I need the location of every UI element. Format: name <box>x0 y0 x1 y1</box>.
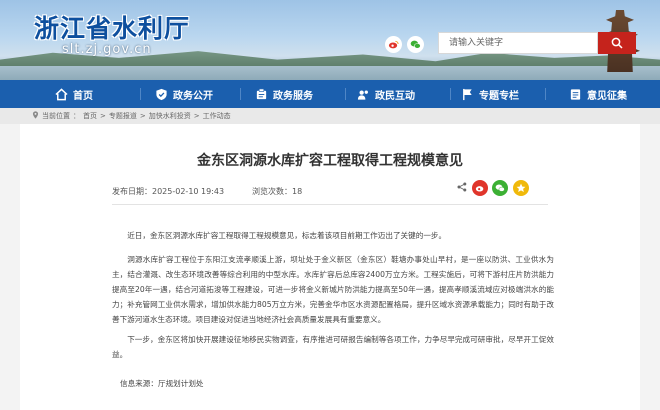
nav-divider <box>345 88 346 100</box>
article-title: 金东区洞源水库扩容工程取得工程规模意见 <box>197 153 463 169</box>
breadcrumb-item-work-updates[interactable]: 工作动态 <box>203 111 231 121</box>
article-paragraph: 近日，金东区洞源水库扩容工程取得工程规模意见，标志着该项目前期工作迈出了关键的一… <box>127 231 447 240</box>
nav-item-gov-affairs[interactable]: 政务公开 <box>154 80 213 108</box>
wechat-icon[interactable] <box>407 36 424 53</box>
home-icon <box>54 87 68 101</box>
shield-icon <box>154 87 168 101</box>
nav-label: 意见征集 <box>587 90 627 102</box>
info-source-label: 信息来源： <box>120 379 158 388</box>
breadcrumb-item-special-report[interactable]: 专题报道 <box>109 111 137 121</box>
nav-divider <box>545 88 546 100</box>
site-title[interactable]: 浙江省水利厅 <box>34 9 190 45</box>
breadcrumb-item-investment[interactable]: 加快水利投资 <box>149 111 191 121</box>
nav-item-opinion-survey[interactable]: 意见征集 <box>568 80 627 108</box>
interaction-icon <box>356 87 370 101</box>
header-water-decoration <box>0 66 660 80</box>
view-count-value: 18 <box>292 187 303 196</box>
share-qzone-icon[interactable] <box>513 180 529 196</box>
nav-divider <box>140 88 141 100</box>
search-icon <box>611 37 623 49</box>
flag-icon <box>460 87 474 101</box>
article-container: 金东区洞源水库扩容工程取得工程规模意见 发布日期：2025-02-10 19:4… <box>20 124 640 410</box>
location-pin-icon <box>32 111 39 121</box>
article-paragraph: 洞源水库扩容工程位于东阳江支流孝顺溪上游，坝址处于金义新区（金东区）鞋塘办事处山… <box>112 255 554 324</box>
survey-icon <box>568 87 582 101</box>
info-source-value: 厅规划计划处 <box>157 379 204 388</box>
info-source: 信息来源：厅规划计划处 <box>120 378 204 389</box>
publish-date-label: 发布日期： <box>112 187 152 196</box>
nav-label: 政民互动 <box>375 90 415 102</box>
breadcrumb: 当前位置： 首页 > 专题报道 > 加快水利投资 > 工作动态 <box>0 108 660 124</box>
weibo-icon[interactable] <box>385 36 402 53</box>
nav-item-special-topics[interactable]: 专题专栏 <box>460 80 519 108</box>
nav-divider <box>450 88 451 100</box>
view-count-label: 浏览次数： <box>252 187 292 196</box>
view-count: 浏览次数：18 <box>252 186 302 197</box>
meta-divider <box>112 204 548 205</box>
publish-date-value: 2025-02-10 19:43 <box>152 187 225 196</box>
nav-label: 政务公开 <box>173 90 213 102</box>
nav-label: 专题专栏 <box>479 90 519 102</box>
share-wechat-icon[interactable] <box>492 180 508 196</box>
search-button[interactable] <box>598 32 636 54</box>
breadcrumb-current-label: 当前位置 <box>42 112 70 120</box>
nav-item-gov-services[interactable]: 政务服务 <box>254 80 313 108</box>
share-weibo-icon[interactable] <box>472 180 488 196</box>
nav-item-home[interactable]: 首页 <box>54 80 93 108</box>
site-header: 浙江省水利厅 slt.zj.gov.cn 请输入关键字 <box>0 0 660 80</box>
nav-item-interaction[interactable]: 政民互动 <box>356 80 415 108</box>
nav-divider <box>240 88 241 100</box>
article-paragraph: 下一步，金东区将加快开展建设征地移民实物调查，有序推进可研报告编制等各项工作，力… <box>112 335 554 359</box>
share-icon[interactable] <box>457 182 467 195</box>
nav-label: 政务服务 <box>273 90 313 102</box>
site-domain: slt.zj.gov.cn <box>62 42 152 57</box>
service-icon <box>254 87 268 101</box>
breadcrumb-item-home[interactable]: 首页 <box>83 111 97 121</box>
search-input[interactable]: 请输入关键字 <box>438 32 598 54</box>
nav-label: 首页 <box>73 90 93 102</box>
publish-date: 发布日期：2025-02-10 19:43 <box>112 186 224 197</box>
main-nav: 首页 政务公开 政务服务 政民互动 专题专栏 意见征集 <box>0 80 660 108</box>
